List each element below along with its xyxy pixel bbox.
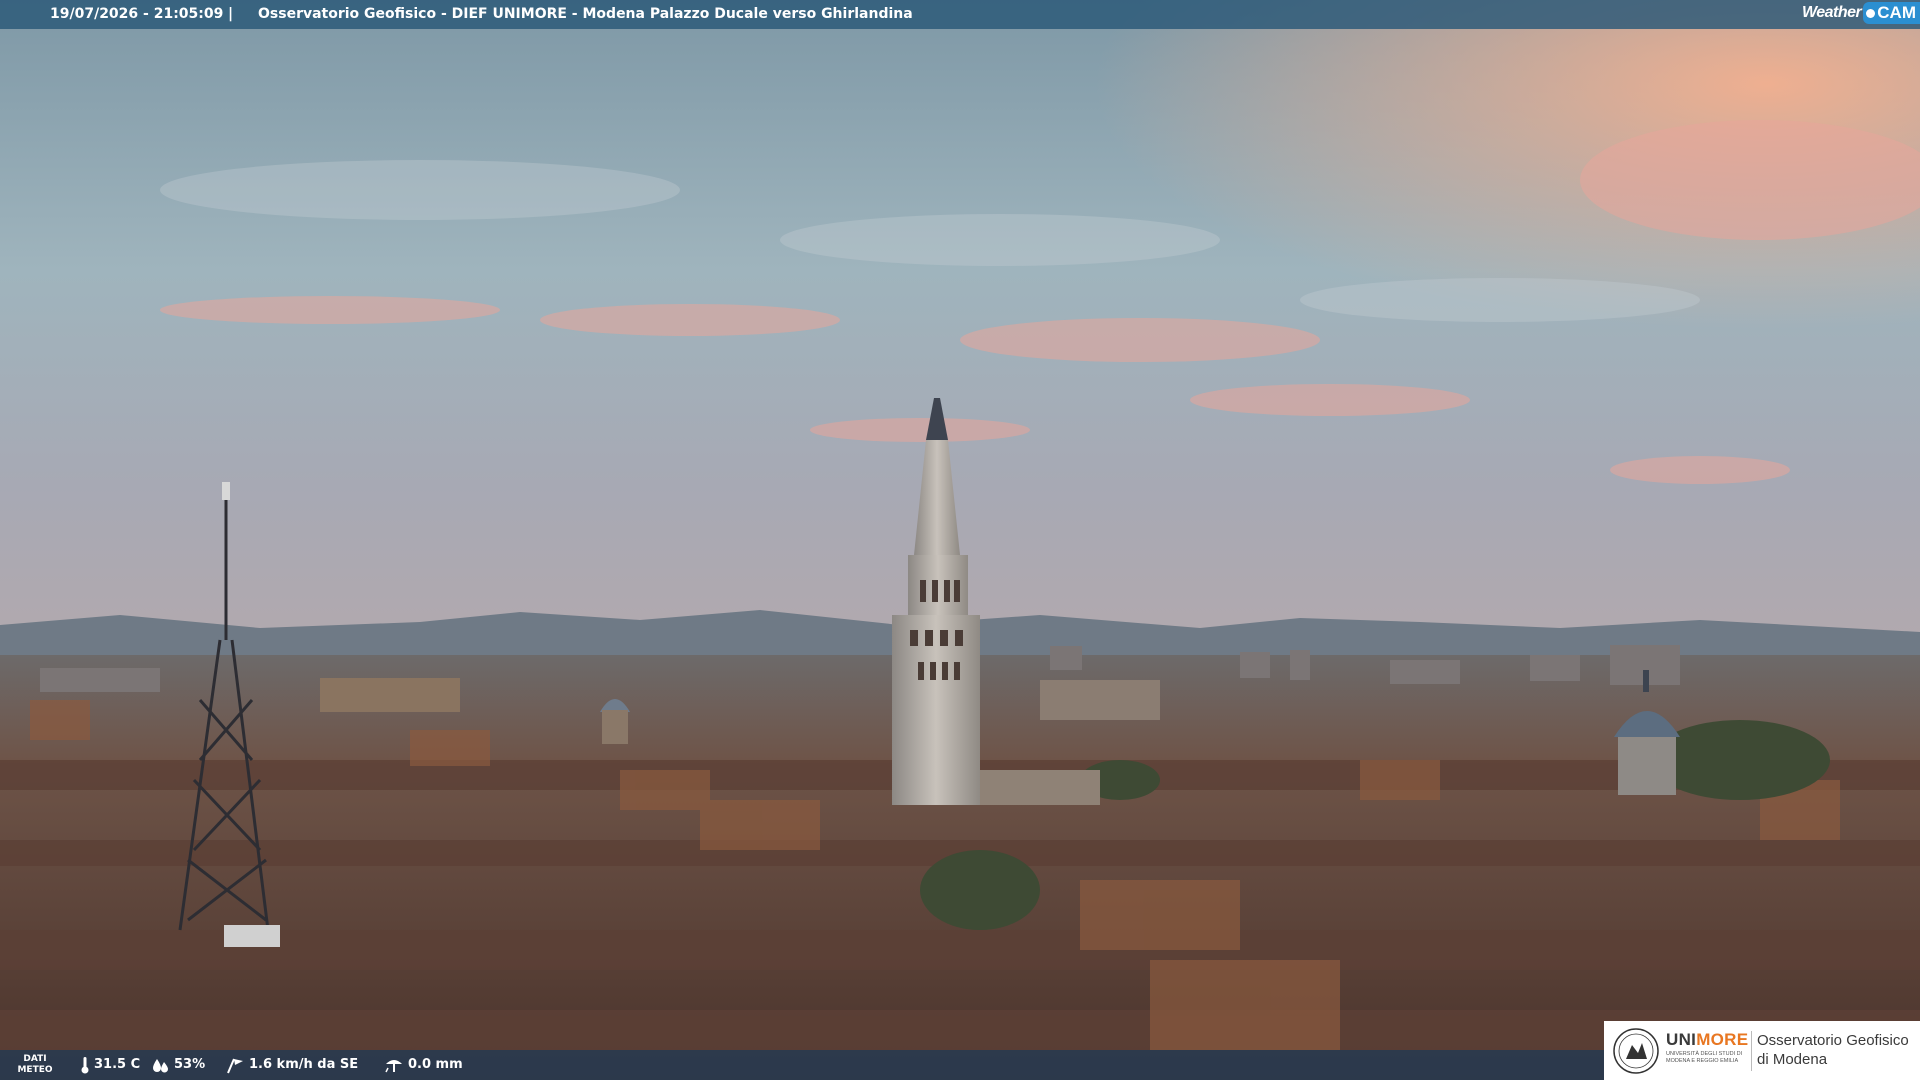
top-info-bar: 19/07/2026 - 21:05:09 | Osservatorio Geo… [0,0,1920,29]
webcam-frame: 19/07/2026 - 21:05:09 | Osservatorio Geo… [0,0,1920,1080]
rain-gauge-icon [385,1060,402,1073]
university-seal-icon [1613,1028,1659,1074]
weather-data-strip: DATI METEO 31.5 C 53% 1.6 km/h da SE 0.0… [0,1050,1605,1080]
unimore-logo: UNIMORE UNIVERSITÀ DEGLI STUDI DI MODENA… [1604,1021,1920,1080]
rain-value: 0.0 mm [408,1057,463,1072]
weathercam-logo: Weather CAM [1802,0,1920,26]
thermometer-icon [81,1057,89,1074]
weather-strip-label: DATI METEO [17,1054,53,1075]
logo-divider [1751,1031,1752,1071]
rain-reading: 0.0 mm [384,1050,463,1080]
observatory-line-1: Osservatorio Geofisico [1757,1032,1909,1049]
camera-dot-icon [1866,9,1876,18]
weathercam-cam-text: CAM [1877,3,1916,22]
city-skyline-photo [0,0,1920,1080]
wind-reading: 1.6 km/h da SE [225,1050,358,1080]
separator: | [228,6,234,22]
observatory-line-2: di Modena [1757,1051,1828,1068]
humidity-reading: 53% [152,1050,205,1080]
observatory-name: Osservatorio Geofisico di Modena [1757,1031,1909,1069]
humidity-value: 53% [174,1057,206,1072]
wind-value: 1.6 km/h da SE [249,1057,359,1072]
university-fullname: UNIVERSITÀ DEGLI STUDI DI MODENA E REGGI… [1666,1051,1743,1064]
weathercam-word: Weather [1801,4,1862,21]
temperature-reading: 31.5 C [80,1050,140,1080]
timestamp: 19/07/2026 - 21:05:09 [50,6,224,22]
unimore-uni: UNI [1666,1030,1697,1049]
unimore-more: MORE [1696,1030,1749,1049]
temperature-value: 31.5 C [94,1057,141,1072]
camera-title: Osservatorio Geofisico - DIEF UNIMORE - … [258,6,913,22]
unimore-wordmark: UNIMORE [1666,1030,1748,1050]
wind-vane-icon [227,1058,243,1074]
humidity-drop-icon [153,1059,168,1073]
weathercam-cam-badge: CAM [1863,2,1920,24]
